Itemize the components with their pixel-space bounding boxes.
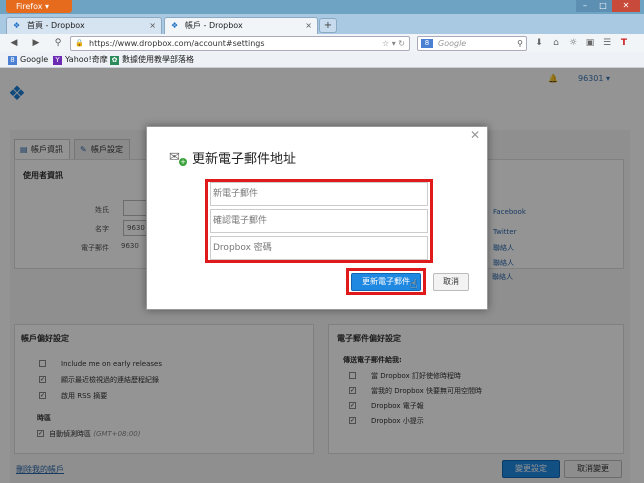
navigation-bar: ◀ ▶ ⚲ 🔒 https://www.dropbox.com/account#… — [0, 34, 644, 52]
lock-icon: 🔒 — [75, 39, 84, 47]
password-input[interactable]: Dropbox 密碼 — [210, 236, 428, 260]
bookmark-blog[interactable]: ✿ 數據使用教學部落格 — [110, 52, 194, 68]
bookmark-label: Google — [20, 55, 49, 64]
search-engine-icon[interactable]: 8 — [421, 39, 433, 48]
tab-close-icon[interactable]: × — [149, 18, 156, 34]
bookmark-label: 數據使用教學部落格 — [122, 55, 194, 64]
tab-close-icon[interactable]: × — [305, 18, 312, 34]
identity-icon[interactable]: ⚲ — [52, 37, 64, 49]
window-controls: – □ ✕ — [576, 0, 640, 12]
confirm-email-input[interactable]: 確認電子郵件 — [210, 209, 428, 233]
update-email-dialog: ✕ ✉ + 更新電子郵件地址 新電子郵件 確認電子郵件 Dropbox 密碼 更新… — [146, 126, 488, 310]
url-text: https://www.dropbox.com/account#settings — [89, 39, 265, 48]
dialog-cancel-button[interactable]: 取消 — [433, 273, 469, 291]
toolbar-icons: ⬇ ⌂ ☼ ▣ ☰ T — [533, 37, 630, 49]
url-bar[interactable]: 🔒 https://www.dropbox.com/account#settin… — [70, 36, 410, 51]
window-titlebar: Firefox ▾ – □ ✕ — [0, 0, 644, 14]
dialog-title: 更新電子郵件地址 — [192, 152, 297, 167]
maximize-button[interactable]: □ — [594, 0, 612, 12]
tab-home[interactable]: ❖ 首頁 - Dropbox × — [6, 17, 162, 34]
extension-icon[interactable]: T — [618, 37, 630, 49]
bookmark-google[interactable]: 8 Google — [8, 52, 48, 68]
download-icon[interactable]: ⬇ — [533, 37, 545, 49]
home-icon[interactable]: ⌂ — [550, 37, 562, 49]
email-fields-highlight: 新電子郵件 確認電子郵件 Dropbox 密碼 — [205, 179, 433, 263]
search-icon[interactable]: ⚲ — [517, 37, 523, 50]
tab-title: 帳戶 - Dropbox — [185, 21, 243, 30]
hand-cursor-icon: ☝ — [410, 277, 418, 291]
blog-icon: ✿ — [110, 56, 119, 65]
back-icon[interactable]: ◀ — [8, 37, 20, 49]
bookmark-label: Yahoo!奇摩 — [65, 55, 108, 64]
yahoo-icon: Y — [53, 56, 62, 65]
firefox-menu-button[interactable]: Firefox ▾ — [6, 0, 72, 13]
email-add-icon: ✉ + — [169, 150, 187, 166]
dropbox-favicon-icon: ❖ — [13, 21, 21, 30]
tab-account[interactable]: ❖ 帳戶 - Dropbox × — [164, 17, 318, 34]
new-email-input[interactable]: 新電子郵件 — [210, 182, 428, 206]
forward-icon[interactable]: ▶ — [30, 37, 42, 49]
dropbox-favicon-icon: ❖ — [171, 21, 179, 30]
new-tab-button[interactable]: + — [319, 18, 337, 33]
tab-title: 首頁 - Dropbox — [27, 21, 85, 30]
minimize-button[interactable]: – — [576, 0, 594, 12]
dialog-close-icon[interactable]: ✕ — [469, 129, 481, 141]
tab-strip: ❖ 首頁 - Dropbox × ❖ 帳戶 - Dropbox × + — [0, 14, 644, 34]
bookmark-star-icon[interactable]: ☆ ▾ ↻ — [382, 37, 405, 50]
bookmark-yahoo[interactable]: Y Yahoo!奇摩 — [53, 52, 108, 68]
search-bar[interactable]: 8 Google ⚲ — [417, 36, 527, 51]
bookmarks-bar: 8 Google Y Yahoo!奇摩 ✿ 數據使用教學部落格 — [0, 52, 644, 68]
window-close-button[interactable]: ✕ — [612, 0, 640, 12]
google-icon: 8 — [8, 56, 17, 65]
addon-icon[interactable]: ☼ — [567, 37, 579, 49]
share-icon[interactable]: ▣ — [584, 37, 596, 49]
menu-icon[interactable]: ☰ — [601, 37, 613, 49]
search-placeholder: Google — [438, 39, 467, 48]
